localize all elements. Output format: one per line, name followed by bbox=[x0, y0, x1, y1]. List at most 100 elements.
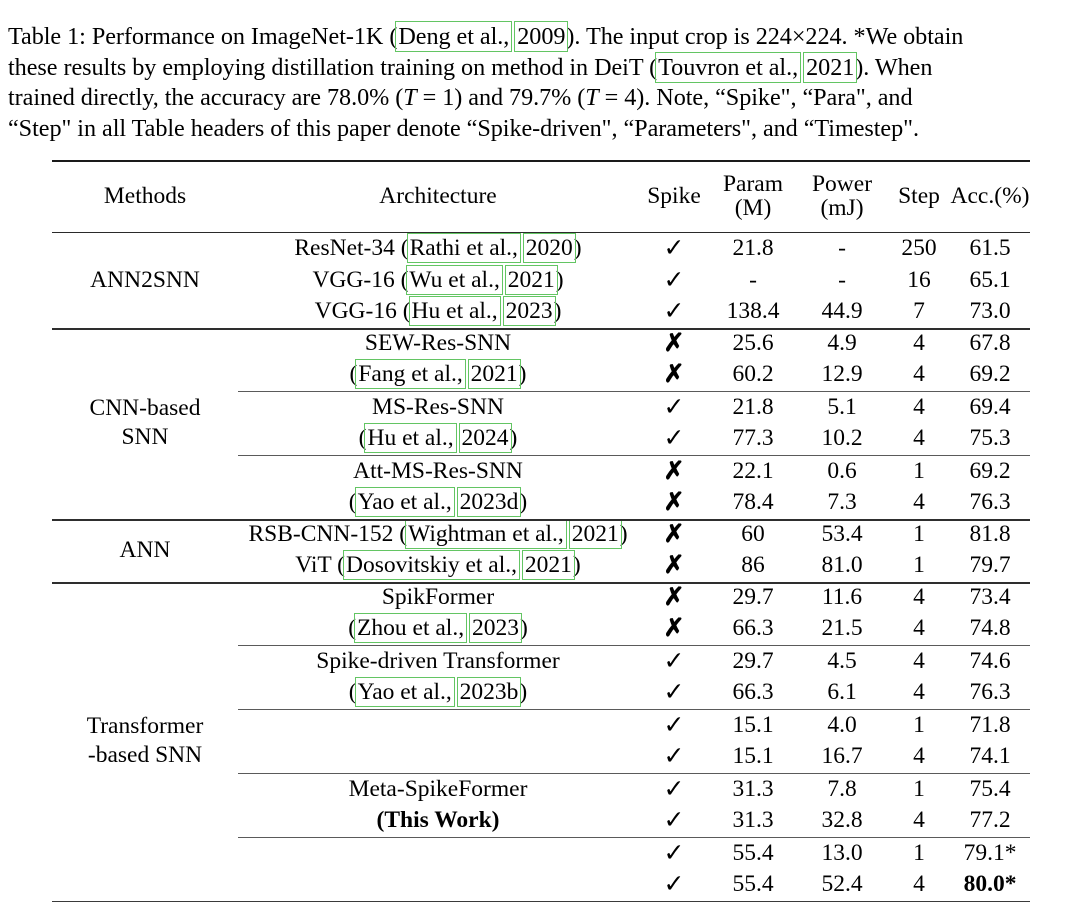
acc-cell-value: 74.8 bbox=[969, 615, 1011, 641]
spike-mark: ✗ bbox=[663, 615, 685, 642]
step-cell-value: 4 bbox=[913, 615, 925, 641]
header-power-line1: Power bbox=[811, 171, 873, 198]
acc-cell-value: 76.3 bbox=[969, 679, 1011, 705]
architecture-text: ) bbox=[519, 489, 528, 515]
step-cell-value: 4 bbox=[913, 647, 925, 674]
power-cell: 44.9 bbox=[796, 296, 888, 328]
param-cell-value: 22.1 bbox=[732, 457, 774, 484]
architecture-cell bbox=[238, 869, 638, 901]
architecture-text: ) bbox=[553, 298, 562, 324]
citation-highlight: 2023 bbox=[468, 613, 522, 643]
power-cell-value: 4.5 bbox=[827, 647, 857, 674]
header-power: Power (mJ) bbox=[796, 162, 888, 232]
spike-mark: ✓ bbox=[663, 235, 685, 262]
param-cell-value: 29.7 bbox=[732, 583, 774, 610]
citation-highlight: 2023d bbox=[456, 487, 522, 517]
architecture-cell: ResNet-34 (Rathi et al., 2020) bbox=[238, 233, 638, 265]
acc-cell: 69.4 bbox=[950, 392, 1030, 424]
architecture-text: ) bbox=[518, 361, 527, 387]
step-cell-value: 4 bbox=[913, 425, 925, 451]
methods-group-text: Transformer -based SNN bbox=[52, 712, 238, 769]
spike-mark: ✗ bbox=[663, 583, 685, 611]
performance-table: Methods Architecture Spike Param (M) Pow… bbox=[52, 162, 1030, 901]
param-cell-value: 55.4 bbox=[732, 871, 774, 897]
architecture-text: (This Work) bbox=[376, 807, 500, 833]
param-cell: 86 bbox=[710, 550, 796, 582]
param-cell-value: 78.4 bbox=[732, 489, 774, 515]
header-methods: Methods bbox=[52, 162, 238, 232]
param-cell-value: 29.7 bbox=[732, 647, 774, 674]
architecture-text: ( bbox=[348, 489, 357, 515]
architecture-text: ) bbox=[519, 615, 528, 641]
step-cell: 4 bbox=[888, 646, 950, 678]
param-cell-value: 21.8 bbox=[732, 393, 774, 420]
param-cell: 55.4 bbox=[710, 838, 796, 870]
param-cell: 60 bbox=[710, 519, 796, 551]
methods-group-text: ANN2SNN bbox=[52, 266, 238, 295]
caption-text: T bbox=[585, 84, 599, 111]
table-body: ANN2SNN ResNet-34 (Rathi et al., 2020) ✓ 21… bbox=[52, 233, 1030, 901]
citation-highlight: 2021 bbox=[467, 359, 521, 389]
param-cell: 55.4 bbox=[710, 869, 796, 901]
check-icon: ✓ bbox=[638, 392, 710, 424]
power-cell: 0.6 bbox=[796, 456, 888, 488]
architecture-cell: MS-Res-SNN bbox=[238, 392, 638, 424]
power-cell-value: 16.7 bbox=[821, 743, 863, 769]
table-header-row: Methods Architecture Spike Param (M) Pow… bbox=[52, 162, 1030, 232]
step-cell: 1 bbox=[888, 710, 950, 742]
step-cell: 1 bbox=[888, 550, 950, 582]
spike-mark: ✓ bbox=[663, 839, 685, 867]
step-cell: 250 bbox=[888, 233, 950, 265]
spike-mark: ✓ bbox=[663, 871, 685, 898]
table-row: ANN2SNN ResNet-34 (Rathi et al., 2020) ✓ 21… bbox=[52, 233, 1030, 293]
acc-cell: 80.0* bbox=[950, 869, 1030, 901]
step-cell-value: 4 bbox=[913, 679, 925, 705]
check-icon: ✓ bbox=[638, 233, 710, 265]
param-cell: 31.3 bbox=[710, 805, 796, 837]
architecture-cell: VGG-16 (Hu et al., 2023) bbox=[238, 296, 638, 328]
power-cell: 32.8 bbox=[796, 805, 888, 837]
power-cell-value: 0.6 bbox=[827, 457, 857, 484]
spike-mark: ✓ bbox=[663, 393, 685, 421]
header-spike: Spike bbox=[638, 162, 710, 232]
citation-highlight: Hu et al., bbox=[364, 423, 457, 453]
power-cell: 4.0 bbox=[796, 710, 888, 742]
acc-cell: 65.1 bbox=[950, 265, 1030, 297]
architecture-cell bbox=[238, 710, 638, 742]
header-param: Param (M) bbox=[710, 162, 796, 232]
methods-group-text: ANN bbox=[52, 536, 238, 565]
power-cell-value: 44.9 bbox=[821, 298, 863, 324]
step-cell-value: 250 bbox=[901, 235, 937, 261]
power-cell-value: 32.8 bbox=[821, 807, 863, 833]
architecture-text: VGG-16 ( bbox=[312, 266, 409, 293]
power-cell: 81.0 bbox=[796, 550, 888, 582]
check-icon: ✓ bbox=[638, 296, 710, 328]
architecture-text: ) bbox=[555, 266, 564, 293]
param-cell: 31.3 bbox=[710, 774, 796, 806]
acc-cell: 71.8 bbox=[950, 710, 1030, 742]
caption-text: “Step" in all Table headers of this pape… bbox=[8, 114, 919, 142]
header-architecture: Architecture bbox=[238, 162, 638, 232]
param-cell-value: 77.3 bbox=[732, 425, 774, 451]
spike-mark: ✗ bbox=[663, 552, 685, 579]
table-page: Table 1: Performance on ImageNet-1K (Den… bbox=[0, 0, 1080, 915]
step-cell-value: 4 bbox=[913, 361, 925, 387]
cross-icon: ✗ bbox=[638, 582, 710, 614]
caption-text: T bbox=[403, 84, 417, 111]
param-cell-value: 25.6 bbox=[732, 329, 774, 356]
acc-cell: 77.2 bbox=[950, 805, 1030, 837]
architecture-text: ResNet-34 ( bbox=[294, 235, 409, 261]
step-cell: 1 bbox=[888, 456, 950, 488]
citation-highlight: 2021 bbox=[803, 51, 858, 83]
acc-cell: 73.4 bbox=[950, 582, 1030, 614]
step-cell: 1 bbox=[888, 838, 950, 870]
step-cell: 4 bbox=[888, 677, 950, 709]
architecture-text: VGG-16 ( bbox=[314, 298, 411, 324]
architecture-text: MS-Res-SNN bbox=[372, 393, 504, 420]
step-cell: 4 bbox=[888, 328, 950, 360]
check-icon: ✓ bbox=[638, 710, 710, 742]
acc-cell-value: 76.3 bbox=[969, 489, 1011, 515]
step-cell-value: 1 bbox=[913, 711, 925, 738]
architecture-cell: RSB-CNN-152 (Wightman et al., 2021) bbox=[238, 518, 638, 551]
header-param-line2: (M) bbox=[734, 195, 772, 221]
